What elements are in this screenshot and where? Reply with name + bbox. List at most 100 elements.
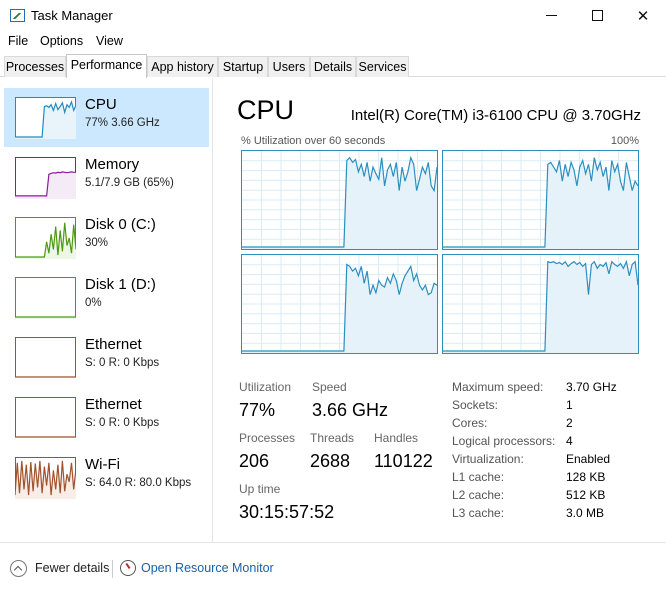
tab-processes[interactable]: Processes <box>4 56 66 77</box>
tab-users[interactable]: Users <box>268 56 310 77</box>
core-1-utilization-graph <box>442 150 639 250</box>
sidebar-item-disk-0[interactable]: Disk 0 (C:) 30% <box>4 208 209 267</box>
utilization-sparkline <box>15 97 76 139</box>
graph-border <box>15 397 76 439</box>
resource-monitor-icon[interactable] <box>120 560 136 576</box>
close-button[interactable]: ✕ <box>620 0 666 31</box>
utilization-area <box>443 157 638 249</box>
page-title: CPU <box>237 95 295 125</box>
sidebar-item-subtitle: 0% <box>85 297 102 309</box>
graph-border <box>15 277 76 319</box>
utilization-sparkline <box>15 217 76 259</box>
spec-sockets-value: 1 <box>566 398 573 412</box>
menu-bar: File Options View <box>0 31 666 53</box>
spec-cores-label: Cores: <box>452 416 488 430</box>
sidebar-item-title: Ethernet <box>85 396 142 413</box>
maximize-icon <box>591 10 603 21</box>
sidebar-item-title: Ethernet <box>85 336 142 353</box>
sidebar-item-subtitle: S: 0 R: 0 Kbps <box>85 417 160 429</box>
ethernet-thumbnail-graph <box>15 337 76 379</box>
utilization-area <box>242 264 437 353</box>
spec-logical-processors-label: Logical processors: <box>452 434 556 448</box>
utilization-sparkline <box>15 277 76 319</box>
sidebar-item-subtitle: 30% <box>85 237 109 249</box>
tab-performance[interactable]: Performance <box>66 54 147 78</box>
tab-services[interactable]: Services <box>356 56 409 77</box>
sidebar-item-ethernet-1[interactable]: Ethernet S: 0 R: 0 Kbps <box>4 328 209 387</box>
utilization-sparkline <box>242 155 437 249</box>
graph-max-label: 100% <box>610 135 639 147</box>
speed-value: 3.66 GHz <box>312 400 389 420</box>
ethernet-thumbnail-graph <box>15 397 76 439</box>
tab-startup[interactable]: Startup <box>218 56 268 77</box>
tab-app-history[interactable]: App history <box>147 56 218 77</box>
sidebar-item-memory[interactable]: Memory 5.1/7.9 GB (65%) <box>4 148 209 207</box>
utilization-sparkline <box>242 263 437 353</box>
chevron-up-icon[interactable] <box>10 560 27 577</box>
cpu-thumbnail-graph <box>15 97 76 139</box>
menu-options[interactable]: Options <box>40 34 83 48</box>
minimize-button[interactable] <box>528 0 574 31</box>
core-2-utilization-graph <box>241 254 438 354</box>
utilization-sparkline <box>15 457 76 499</box>
sidebar-item-disk-1[interactable]: Disk 1 (D:) 0% <box>4 268 209 327</box>
sidebar-item-subtitle: 5.1/7.9 GB (65%) <box>85 177 174 189</box>
uptime-label: Up time <box>239 482 281 496</box>
utilization-label: Utilization <box>239 380 292 394</box>
sidebar-item-cpu[interactable]: CPU 77% 3.66 GHz <box>4 88 209 147</box>
close-icon: ✕ <box>636 7 650 25</box>
spec-l1-cache-value: 128 KB <box>566 470 606 484</box>
spec-l1-cache-label: L1 cache: <box>452 470 505 484</box>
open-resource-monitor-link[interactable]: Open Resource Monitor <box>141 561 274 575</box>
speed-label: Speed <box>312 380 347 394</box>
maximize-button[interactable] <box>574 0 620 31</box>
tab-bar: Processes Performance App history Startu… <box>0 54 666 78</box>
menu-file[interactable]: File <box>8 34 28 48</box>
sidebar-item-subtitle: S: 0 R: 0 Kbps <box>85 357 160 369</box>
processes-value: 206 <box>239 451 270 471</box>
fewer-details-button[interactable]: Fewer details <box>35 561 109 575</box>
disk-0-thumbnail-graph <box>15 217 76 259</box>
sidebar-item-title: CPU <box>85 96 117 113</box>
title-bar[interactable]: Task Manager ✕ <box>0 0 666 31</box>
menu-view[interactable]: View <box>96 34 123 48</box>
sidebar-item-ethernet-2[interactable]: Ethernet S: 0 R: 0 Kbps <box>4 388 209 447</box>
spec-l3-cache-label: L3 cache: <box>452 506 505 520</box>
core-3-utilization-graph <box>442 254 639 354</box>
resource-sidebar: CPU 77% 3.66 GHz Memory 5.1/7.9 GB (65%)… <box>0 78 213 542</box>
graph-caption: % Utilization over 60 seconds <box>241 135 386 147</box>
disk-1-thumbnail-graph <box>15 277 76 319</box>
spec-l2-cache-value: 512 KB <box>566 488 606 502</box>
utilization-sparkline <box>443 157 638 249</box>
spec-max-speed-label: Maximum speed: <box>452 380 544 394</box>
utilization-sparkline <box>15 397 76 439</box>
sidebar-item-wifi[interactable]: Wi-Fi S: 64.0 R: 80.0 Kbps <box>4 448 209 507</box>
graph-border <box>15 337 76 379</box>
core-0-utilization-graph <box>241 150 438 250</box>
handles-value: 110122 <box>374 451 433 471</box>
minimize-icon <box>545 15 557 16</box>
threads-label: Threads <box>310 431 355 445</box>
sidebar-item-subtitle: S: 64.0 R: 80.0 Kbps <box>85 477 192 489</box>
threads-value: 2688 <box>310 451 351 471</box>
spec-l3-cache-value: 3.0 MB <box>566 506 605 520</box>
spec-logical-processors-value: 4 <box>566 434 573 448</box>
window-title: Task Manager <box>31 8 113 23</box>
spec-max-speed-value: 3.70 GHz <box>566 380 617 394</box>
footer-bar: Fewer details Open Resource Monitor <box>0 542 666 593</box>
task-manager-icon <box>10 9 25 22</box>
spec-l2-cache-label: L2 cache: <box>452 488 505 502</box>
handles-label: Handles <box>374 431 419 445</box>
spec-virtualization-value: Enabled <box>566 452 611 466</box>
spec-sockets-label: Sockets: <box>452 398 499 412</box>
memory-thumbnail-graph <box>15 157 76 199</box>
utilization-area <box>15 171 76 199</box>
utilization-value: 77% <box>239 400 276 420</box>
sidebar-item-title: Disk 0 (C:) <box>85 216 156 233</box>
tab-details[interactable]: Details <box>310 56 356 77</box>
spec-cores-value: 2 <box>566 416 573 430</box>
sidebar-item-title: Disk 1 (D:) <box>85 276 156 293</box>
utilization-area <box>15 102 76 139</box>
utilization-sparkline <box>15 157 76 199</box>
processes-label: Processes <box>239 431 296 445</box>
